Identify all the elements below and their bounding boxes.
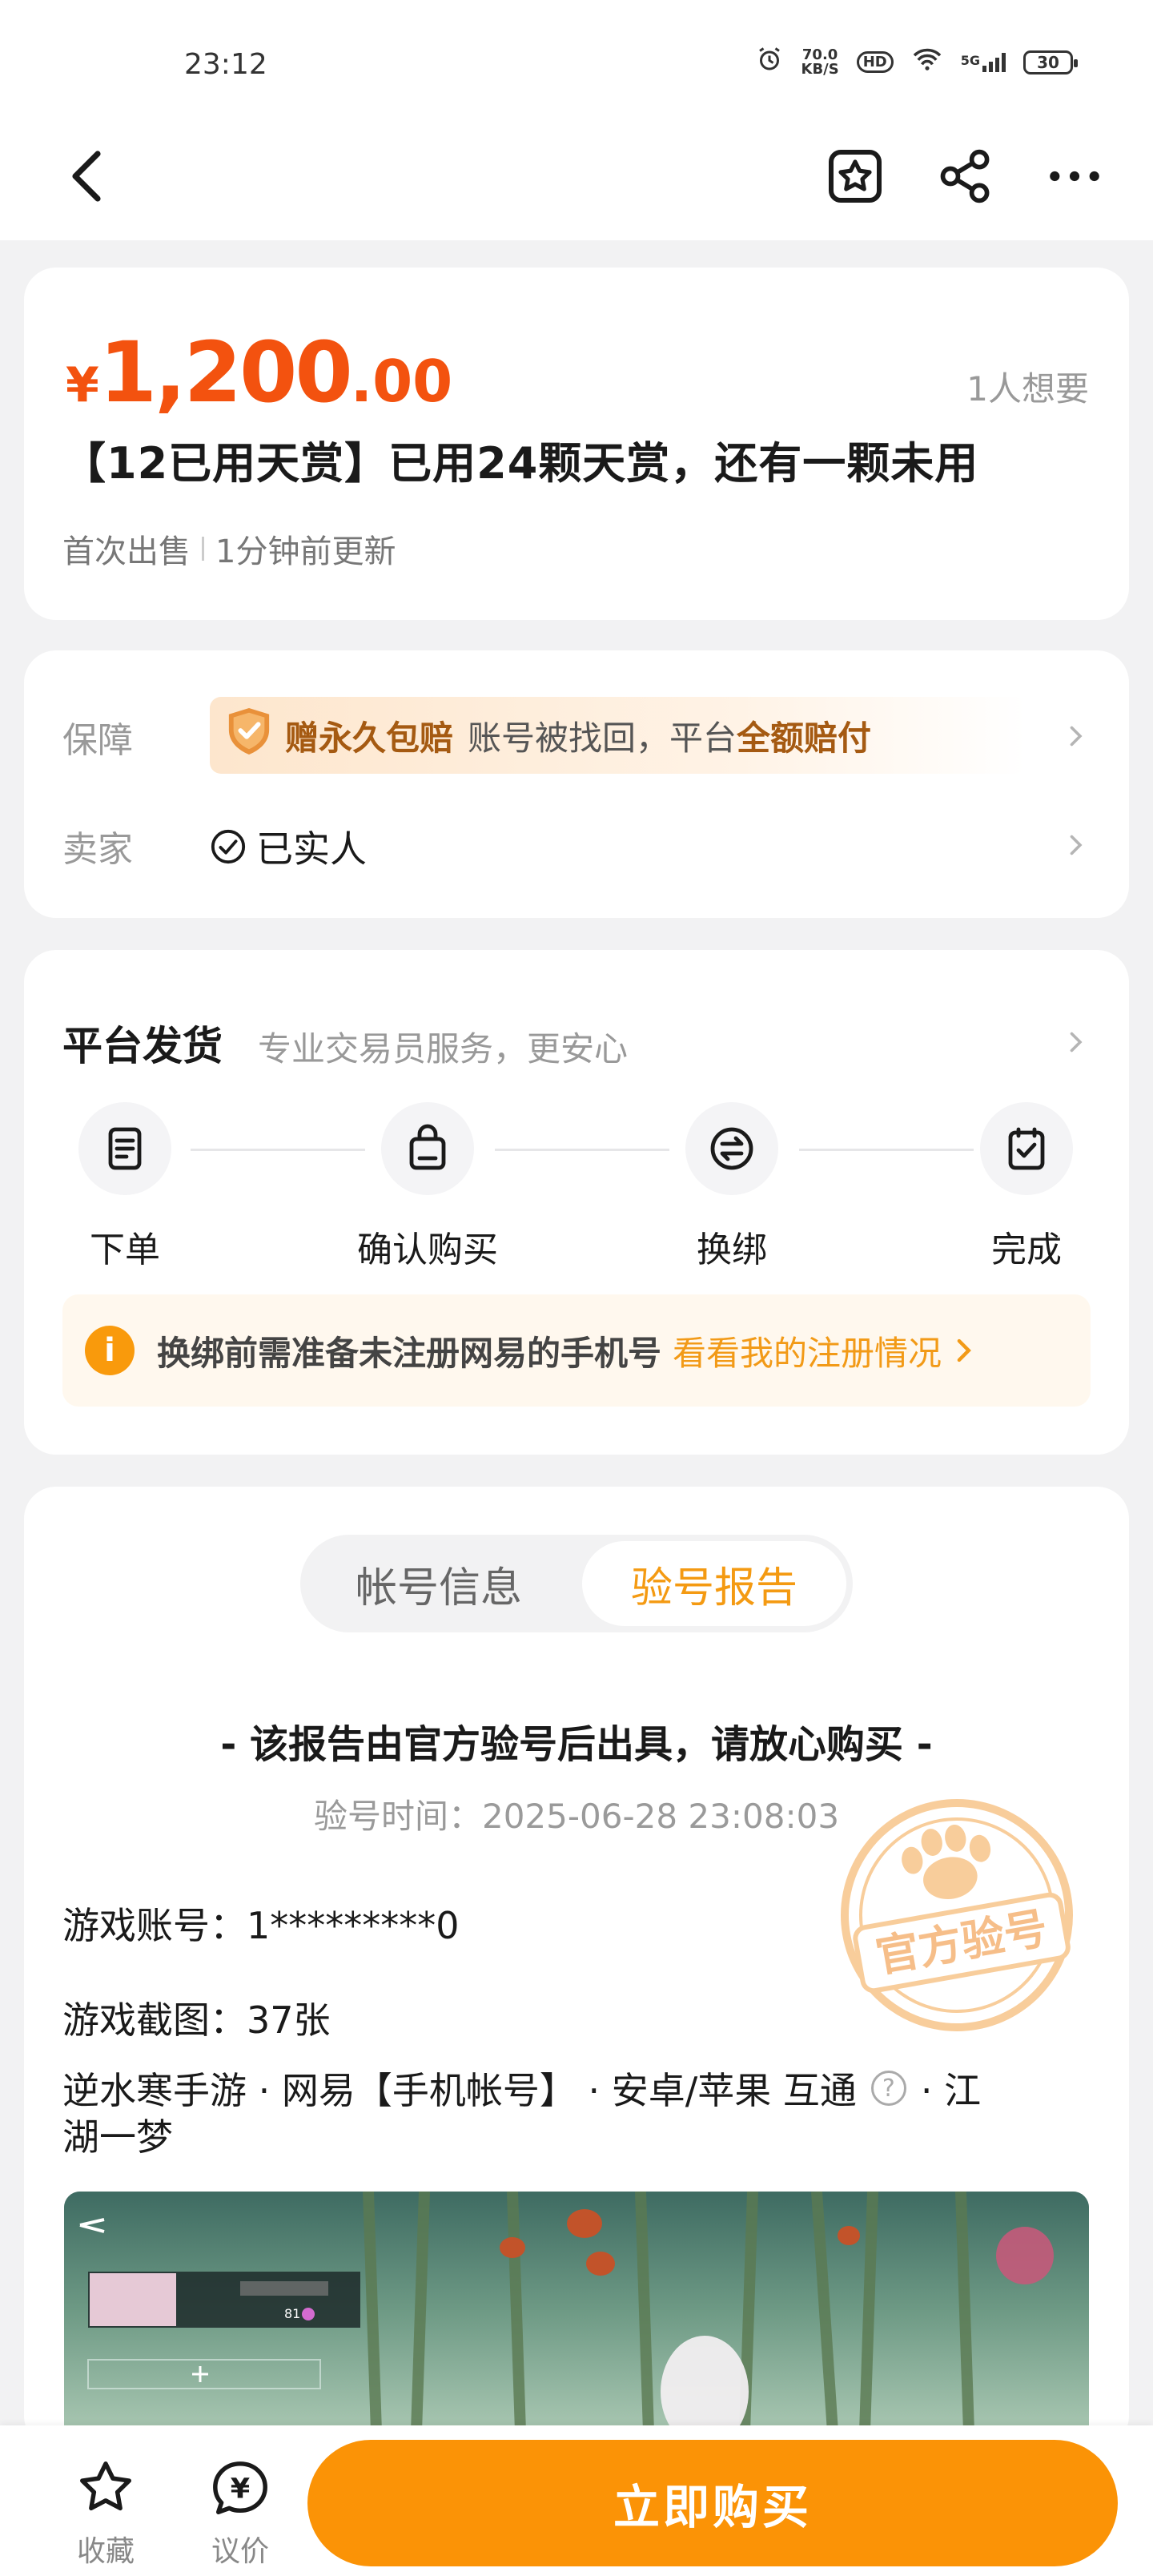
- chevron-right-icon: [957, 1338, 971, 1362]
- report-card: 帐号信息 验号报告 - 该报告由官方验号后出具，请放心购买 - 验号时间：202…: [24, 1487, 1129, 2448]
- battery-icon: 30: [1023, 50, 1078, 74]
- back-button[interactable]: [56, 144, 120, 208]
- tab-account-info[interactable]: 帐号信息: [307, 1541, 571, 1626]
- order-icon: [78, 1102, 171, 1195]
- shield-icon: [226, 706, 272, 764]
- bottom-bar: 收藏 ¥ 议价 立即购买: [0, 2425, 1153, 2576]
- step-connector: [191, 1149, 365, 1151]
- official-verified-stamp: 官方验号: [841, 1799, 1073, 2031]
- wifi-icon: [911, 46, 943, 78]
- price: ¥ 1,200 .00: [66, 324, 453, 421]
- favorite-tab[interactable]: 收藏: [58, 2457, 154, 2570]
- step-rebind: 换绑: [652, 1102, 812, 1272]
- nav-bar: [0, 120, 1153, 240]
- guarantee-row[interactable]: 赠永久包赔 账号被找回，平台 全额赔付: [210, 697, 1026, 774]
- svg-text:¥: ¥: [231, 2473, 250, 2506]
- info-icon: i: [85, 1326, 135, 1375]
- game-account: 游戏账号：1*********0: [62, 1904, 460, 1947]
- swap-icon: [685, 1102, 778, 1195]
- signal-icon: 5G: [961, 52, 1006, 72]
- more-button[interactable]: [1041, 143, 1108, 210]
- chevron-left-icon: [72, 151, 101, 202]
- report-tabs: 帐号信息 验号报告: [300, 1535, 853, 1632]
- more-dots-icon: [1050, 171, 1099, 182]
- bag-icon: [381, 1102, 474, 1195]
- status-bar: 23:12 70.0 KB/S HD 5G 30: [0, 0, 1153, 120]
- share-button[interactable]: [932, 143, 999, 210]
- step-order: 下单: [45, 1102, 205, 1272]
- status-icons: 70.0 KB/S HD 5G 30: [755, 45, 1078, 79]
- game-server: 湖一梦: [62, 2115, 173, 2159]
- seller-verified[interactable]: 已实人: [210, 820, 367, 873]
- chevron-right-icon: [1070, 726, 1083, 747]
- alarm-icon: [755, 45, 784, 79]
- tab-verification-report[interactable]: 验号报告: [582, 1541, 846, 1626]
- share-icon: [940, 149, 990, 203]
- delivery-subtitle: 专业交易员服务，更安心: [258, 1029, 629, 1069]
- product-meta: 首次出售 1分钟前更新: [62, 533, 396, 570]
- network-speed: 70.0 KB/S: [801, 46, 839, 78]
- guarantee-label: 保障: [62, 720, 133, 761]
- game-info: 逆水寒手游 · 网易【手机帐号】 · 安卓/苹果 互通 ? · 江: [62, 2069, 982, 2112]
- registration-check-link[interactable]: 看看我的注册情况: [673, 1326, 942, 1375]
- wants-count: 1人想要: [966, 369, 1089, 409]
- chevron-right-icon[interactable]: [1063, 1030, 1087, 1054]
- game-screenshots: 游戏截图：37张: [62, 1998, 331, 2042]
- rebind-tip: i 换绑前需准备未注册网易的手机号 看看我的注册情况: [62, 1294, 1091, 1407]
- bargain-tab[interactable]: ¥ 议价: [192, 2457, 288, 2570]
- favorite-button[interactable]: [822, 143, 889, 210]
- step-confirm: 确认购买: [348, 1102, 508, 1272]
- buy-now-button[interactable]: 立即购买: [307, 2440, 1118, 2566]
- hd-icon: HD: [856, 51, 894, 73]
- status-time: 23:12: [184, 48, 267, 81]
- report-headline: - 该报告由官方验号后出具，请放心购买 -: [220, 1722, 933, 1767]
- game-screenshot-image[interactable]: 81: [64, 2192, 1089, 2432]
- star-box-icon: [829, 150, 882, 203]
- seller-label: 卖家: [62, 829, 133, 870]
- star-icon: [80, 2461, 131, 2511]
- svg-text:81: 81: [284, 2306, 300, 2321]
- chevron-right-icon: [1070, 835, 1083, 855]
- step-complete: 完成: [946, 1102, 1107, 1272]
- check-circle-icon: [211, 829, 246, 864]
- product-title: 【12已用天赏】已用24颗天赏，还有一颗未用: [62, 438, 979, 489]
- yuan-chat-icon: ¥: [213, 2461, 267, 2514]
- step-connector: [495, 1149, 669, 1151]
- delivery-title: 平台发货: [62, 1023, 223, 1069]
- check-icon: [980, 1102, 1073, 1195]
- help-icon[interactable]: ?: [870, 2071, 906, 2106]
- price-card: ¥ 1,200 .00 1人想要 【12已用天赏】已用24颗天赏，还有一颗未用 …: [24, 268, 1129, 620]
- guarantee-card: 保障 赠永久包赔 账号被找回，平台 全额赔付 卖家 已实人: [24, 650, 1129, 918]
- delivery-card: 平台发货 专业交易员服务，更安心 下单 确认购买 换绑 完成 i 换绑前需准备未…: [24, 950, 1129, 1455]
